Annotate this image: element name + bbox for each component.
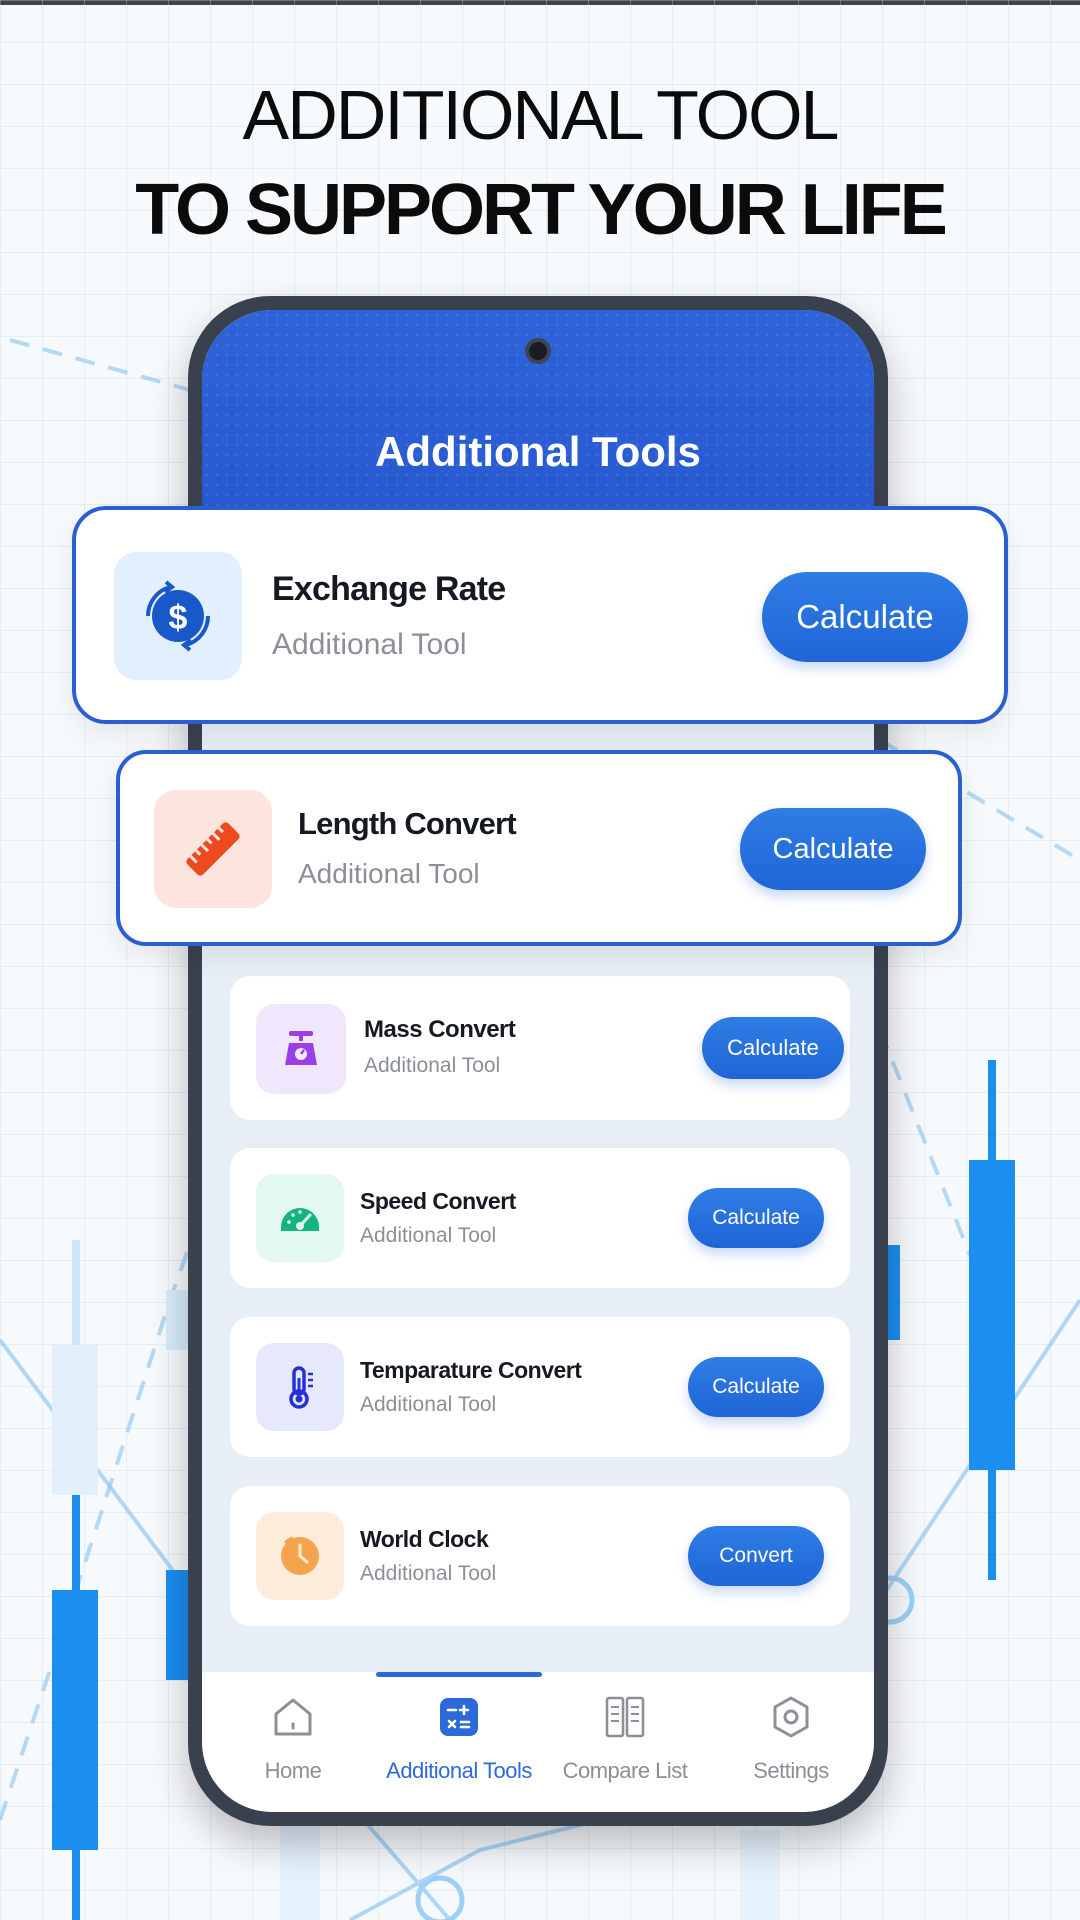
settings-icon bbox=[773, 1696, 809, 1738]
tool-title: World Clock bbox=[360, 1526, 489, 1552]
calculate-button[interactable]: Calculate bbox=[702, 1017, 844, 1079]
svg-text:$: $ bbox=[169, 599, 188, 637]
nav-label: Home bbox=[264, 1758, 322, 1783]
featured-subtitle: Additional Tool bbox=[298, 858, 480, 889]
calculate-button[interactable]: Calculate bbox=[762, 572, 968, 662]
tool-card-speed-convert: Speed Convert Additional Tool Calculate bbox=[230, 1148, 850, 1288]
tool-title: Mass Convert bbox=[364, 1016, 516, 1043]
headline: ADDITIONAL TOOL TO SUPPORT YOUR LIFE bbox=[0, 70, 1080, 260]
featured-subtitle: Additional Tool bbox=[272, 628, 467, 661]
ruler-icon bbox=[154, 790, 272, 908]
nav-item-home[interactable]: Home bbox=[210, 1672, 376, 1802]
scale-icon bbox=[256, 1004, 346, 1094]
headline-line-2: TO SUPPORT YOUR LIFE bbox=[135, 170, 947, 250]
tool-card-mass-convert: Mass Convert Additional Tool Calculate bbox=[230, 976, 850, 1120]
headline-line-1: ADDITIONAL TOOL bbox=[242, 76, 840, 154]
featured-title: Length Convert bbox=[298, 806, 517, 841]
featured-title: Exchange Rate bbox=[272, 570, 506, 608]
nav-item-additional-tools[interactable]: Additional Tools bbox=[376, 1672, 542, 1802]
tool-title: Speed Convert bbox=[360, 1188, 516, 1214]
tool-title: Temparature Convert bbox=[360, 1357, 582, 1383]
nav-item-compare-list[interactable]: Compare List bbox=[542, 1672, 708, 1802]
exchange-rate-icon: $ bbox=[114, 552, 242, 680]
speedometer-icon bbox=[256, 1174, 344, 1262]
compare-list-icon bbox=[605, 1696, 645, 1738]
calculate-button[interactable]: Calculate bbox=[740, 808, 926, 890]
featured-card-exchange-rate: $ Exchange Rate Additional Tool Calculat… bbox=[72, 506, 1008, 724]
nav-label: Compare List bbox=[562, 1758, 688, 1783]
tool-subtitle: Additional Tool bbox=[364, 1054, 501, 1077]
clock-icon bbox=[256, 1512, 344, 1600]
tool-subtitle: Additional Tool bbox=[360, 1224, 497, 1247]
app-title: Additional Tools bbox=[375, 428, 701, 475]
tool-card-temperature-convert: Temparature Convert Additional Tool Calc… bbox=[230, 1317, 850, 1457]
featured-card-length-convert: Length Convert Additional Tool Calculate bbox=[116, 750, 962, 946]
camera-icon bbox=[525, 338, 551, 364]
tool-card-world-clock: World Clock Additional Tool Convert bbox=[230, 1486, 850, 1626]
bottom-navigation: Home Additional Tools Compare List Setti… bbox=[202, 1672, 874, 1812]
tool-subtitle: Additional Tool bbox=[360, 1562, 497, 1585]
nav-label: Settings bbox=[753, 1758, 829, 1783]
calculate-button[interactable]: Calculate bbox=[688, 1357, 824, 1417]
thermometer-icon bbox=[256, 1343, 344, 1431]
tool-subtitle: Additional Tool bbox=[360, 1393, 497, 1416]
convert-button[interactable]: Convert bbox=[688, 1526, 824, 1586]
calculate-button[interactable]: Calculate bbox=[688, 1188, 824, 1248]
nav-item-settings[interactable]: Settings bbox=[708, 1672, 874, 1802]
nav-label: Additional Tools bbox=[386, 1758, 532, 1783]
calculator-icon bbox=[440, 1698, 478, 1736]
home-icon bbox=[274, 1698, 312, 1736]
